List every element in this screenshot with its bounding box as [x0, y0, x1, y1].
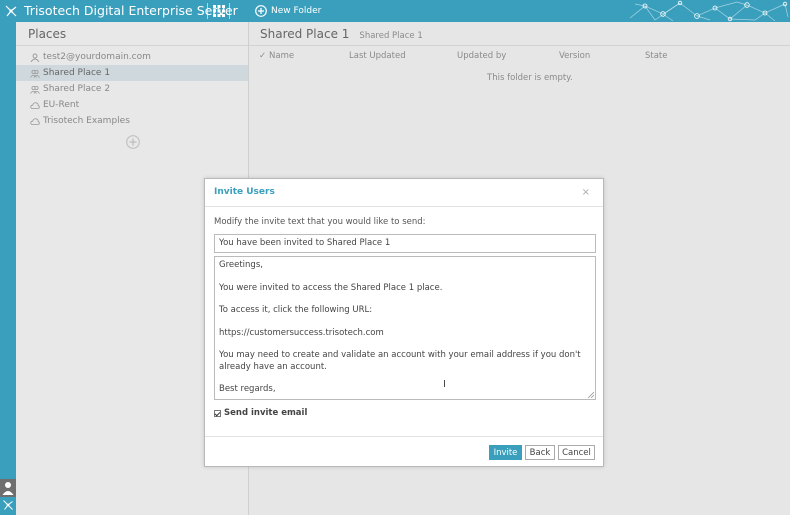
top-bar: Trisotech Digital Enterprise Server New … — [0, 0, 790, 22]
page-title: Shared Place 1 — [260, 27, 350, 41]
text-cursor-icon: I — [443, 379, 446, 390]
invite-users-dialog: Invite Users × Modify the invite text th… — [204, 178, 604, 467]
places-header: Places — [16, 22, 248, 46]
new-folder-button[interactable]: New Folder — [255, 3, 321, 19]
invite-subject-input[interactable]: You have been invited to Shared Place 1 — [214, 234, 596, 253]
message-line: You may need to create and validate an a… — [219, 350, 581, 372]
people-icon — [30, 85, 40, 94]
left-nav-strip — [0, 22, 16, 515]
cloud-icon — [30, 101, 40, 109]
invite-prompt: Modify the invite text that you would li… — [214, 217, 426, 227]
user-icon — [30, 53, 40, 62]
trisotech-home-icon[interactable] — [2, 499, 14, 511]
column-state[interactable]: State — [645, 51, 668, 61]
column-updated-by[interactable]: Updated by — [457, 51, 506, 61]
dialog-title: Invite Users — [214, 187, 275, 197]
place-item-user[interactable]: test2@yourdomain.com — [16, 49, 248, 65]
app-title: Trisotech Digital Enterprise Server — [24, 3, 238, 18]
add-place-button[interactable] — [126, 135, 140, 149]
people-icon — [30, 69, 40, 78]
network-pattern-decoration — [629, 0, 789, 22]
column-name[interactable]: Name — [269, 51, 294, 61]
send-invite-email-checkbox[interactable] — [214, 409, 221, 417]
file-list-header: ✓ Name Last Updated Updated by Version S… — [249, 46, 790, 64]
place-item-label: Shared Place 1 — [43, 68, 111, 78]
empty-folder-message: This folder is empty. — [487, 73, 573, 83]
cloud-icon — [30, 117, 40, 125]
place-item-trisotech-examples[interactable]: Trisotech Examples — [16, 113, 248, 129]
place-item-label: test2@yourdomain.com — [43, 52, 151, 62]
plus-circle-icon — [255, 5, 267, 17]
message-line: To access it, click the following URL: — [219, 305, 373, 316]
message-line: https://customersuccess.trisotech.com — [219, 327, 384, 338]
divider — [229, 3, 230, 19]
place-item-eu-rent[interactable]: EU-Rent — [16, 97, 248, 113]
dialog-header: Invite Users × — [205, 179, 603, 207]
place-title-bar: Shared Place 1 Shared Place 1 — [249, 22, 790, 46]
divider — [207, 3, 208, 19]
new-folder-label: New Folder — [271, 6, 322, 16]
dialog-footer: Invite Back Cancel — [205, 436, 603, 467]
send-invite-email-label: Send invite email — [224, 408, 308, 418]
breadcrumb[interactable]: Shared Place 1 — [359, 31, 422, 41]
place-item-label: EU-Rent — [43, 100, 80, 110]
resize-grip-icon[interactable] — [587, 391, 594, 398]
invite-message-textarea[interactable]: Greetings, You were invited to access th… — [214, 256, 596, 400]
trisotech-logo-icon — [5, 5, 17, 17]
place-item-shared-place-2[interactable]: Shared Place 2 — [16, 81, 248, 97]
send-invite-email-option[interactable]: Send invite email — [214, 408, 307, 418]
place-item-shared-place-1[interactable]: Shared Place 1 — [16, 65, 248, 81]
user-profile-button[interactable] — [0, 479, 16, 497]
user-icon — [2, 482, 14, 495]
message-line: Best regards, — [219, 384, 276, 395]
invite-button[interactable]: Invite — [489, 445, 522, 460]
cancel-button[interactable]: Cancel — [558, 445, 595, 460]
sort-check-icon: ✓ — [259, 51, 267, 61]
column-last-updated[interactable]: Last Updated — [349, 51, 406, 61]
message-line: Greetings, — [219, 260, 263, 270]
back-button[interactable]: Back — [525, 445, 555, 460]
column-version[interactable]: Version — [559, 51, 590, 61]
place-item-label: Shared Place 2 — [43, 84, 111, 94]
message-line: You were invited to access the Shared Pl… — [219, 282, 443, 293]
app-grid-icon[interactable] — [213, 5, 225, 17]
place-item-label: Trisotech Examples — [43, 116, 130, 126]
close-icon[interactable]: × — [582, 187, 590, 198]
